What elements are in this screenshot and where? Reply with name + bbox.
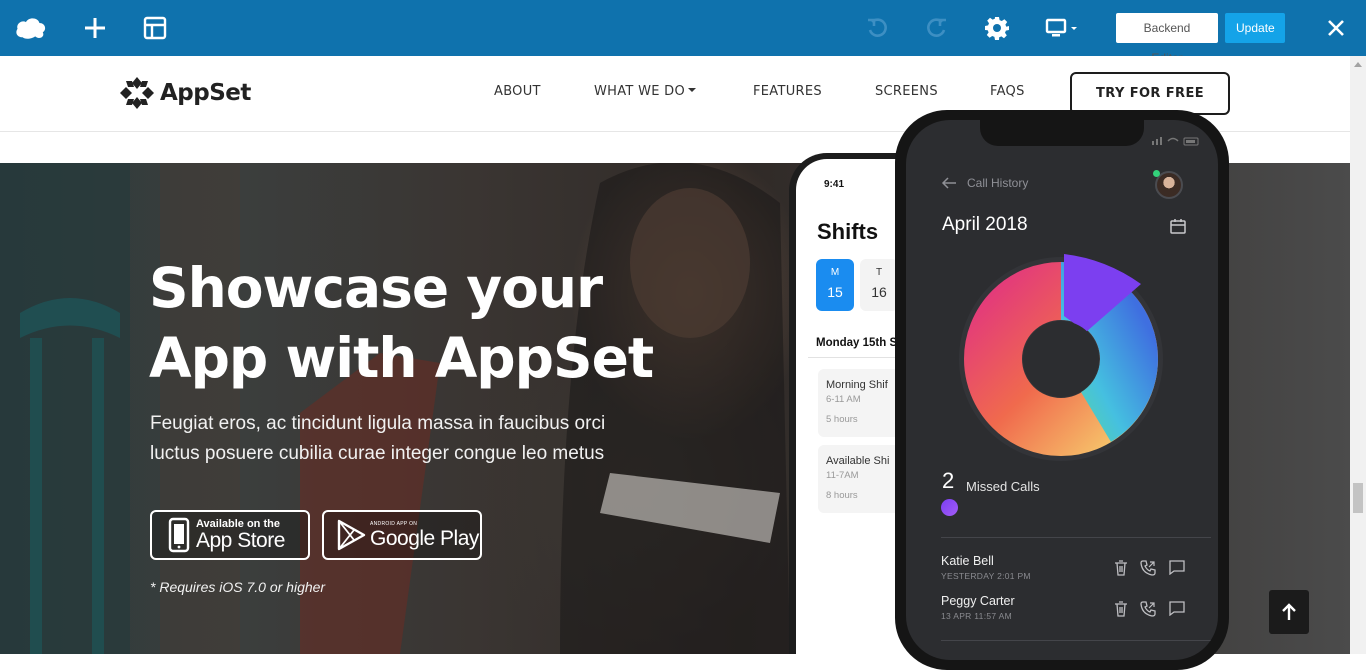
close-icon[interactable] xyxy=(1320,12,1352,44)
day-number: 16 xyxy=(871,284,887,300)
nav-features[interactable]: FEATURES xyxy=(753,84,822,99)
nav-what-we-do[interactable]: WHAT WE DO xyxy=(594,84,697,99)
phone-call-icon[interactable] xyxy=(1140,560,1156,576)
desktop-view-icon[interactable] xyxy=(1042,12,1082,44)
missed-calls-label: Missed Calls xyxy=(966,479,1040,494)
appset-logo-icon xyxy=(120,77,154,109)
caret-down-icon xyxy=(688,88,697,92)
date-heading: Monday 15th S xyxy=(816,337,898,349)
day-number: 15 xyxy=(827,284,843,300)
app-store-button[interactable]: Available on the App Store xyxy=(150,510,310,560)
divider xyxy=(941,640,1211,641)
message-icon[interactable] xyxy=(1169,560,1185,575)
trash-icon[interactable] xyxy=(1114,560,1128,576)
nav-about[interactable]: ABOUT xyxy=(494,84,541,99)
trash-icon[interactable] xyxy=(1114,601,1128,617)
phone-mockup-call-history: Call History April 2018 2 Missed Calls K… xyxy=(895,110,1229,670)
nav-faqs[interactable]: FAQS xyxy=(990,84,1025,99)
back-to-top-button[interactable] xyxy=(1269,590,1309,634)
call-history-header: Call History xyxy=(941,176,1028,190)
status-bar-icons xyxy=(1152,137,1199,146)
google-play-big-text: Google Play xyxy=(370,526,479,550)
play-triangle-icon xyxy=(337,519,366,551)
day-letter: T xyxy=(875,267,883,278)
app-store-big-text: App Store xyxy=(196,529,285,552)
undo-icon[interactable] xyxy=(861,12,893,44)
calls-donut-chart xyxy=(959,254,1163,461)
editor-toolbar: Backend Editor Update xyxy=(0,0,1366,65)
missed-legend-dot xyxy=(941,499,958,516)
phone-notch xyxy=(980,120,1144,146)
google-play-button[interactable]: ANDROID APP ON Google Play xyxy=(322,510,482,560)
day-letter: M xyxy=(830,267,840,278)
calendar-icon[interactable] xyxy=(1170,218,1186,234)
backend-editor-button[interactable]: Backend Editor xyxy=(1116,13,1218,65)
hero-subtitle-line2: luctus posuere cubilia curae integer con… xyxy=(150,443,605,464)
contact-time: 13 APR 11:57 AM xyxy=(941,611,1012,621)
scroll-up-arrow-icon[interactable] xyxy=(1354,62,1362,67)
contact-time: YESTERDAY 2:01 PM xyxy=(941,571,1031,581)
online-status-dot xyxy=(1153,170,1160,177)
cloud-logo-icon[interactable] xyxy=(15,12,47,44)
contact-name: Katie Bell xyxy=(941,554,994,568)
add-icon[interactable] xyxy=(79,12,111,44)
settings-gear-icon[interactable] xyxy=(981,12,1013,44)
try-for-free-button[interactable]: TRY FOR FREE xyxy=(1070,72,1230,115)
iphone-icon xyxy=(168,517,190,553)
phone-call-icon[interactable] xyxy=(1140,601,1156,617)
back-arrow-icon[interactable] xyxy=(941,177,957,189)
arrow-up-icon xyxy=(1282,603,1296,620)
day-tuesday: T 16 xyxy=(860,259,898,311)
page-scrollbar[interactable] xyxy=(1350,56,1366,654)
hero-title-line1: Showcase your xyxy=(149,256,603,320)
update-button[interactable]: Update xyxy=(1225,13,1285,43)
ios-requirement-note: * Requires iOS 7.0 or higher xyxy=(150,579,326,595)
logo-text: AppSet xyxy=(160,80,251,106)
hero-title: Showcase your App with AppSet xyxy=(149,253,709,393)
hero-subtitle: Feugiat eros, ac tincidunt ligula massa … xyxy=(150,409,650,469)
scrollbar-thumb[interactable] xyxy=(1353,483,1363,513)
nav-what-we-do-label: WHAT WE DO xyxy=(594,84,686,99)
day-monday: M 15 xyxy=(816,259,854,311)
layout-icon[interactable] xyxy=(139,12,171,44)
shifts-title: Shifts xyxy=(817,219,879,244)
contact-name: Peggy Carter xyxy=(941,594,1015,608)
call-history-screen: Call History April 2018 2 Missed Calls K… xyxy=(906,120,1218,660)
hero-title-line2: App with AppSet xyxy=(149,326,654,390)
site-logo[interactable]: AppSet xyxy=(120,77,251,109)
missed-calls-count: 2 xyxy=(942,468,955,493)
call-history-title: Call History xyxy=(967,176,1029,190)
hero-subtitle-line1: Feugiat eros, ac tincidunt ligula massa … xyxy=(150,413,606,434)
divider xyxy=(941,537,1211,538)
message-icon[interactable] xyxy=(1169,601,1185,616)
nav-screens[interactable]: SCREENS xyxy=(875,84,938,99)
redo-icon[interactable] xyxy=(921,12,953,44)
status-time: 9:41 xyxy=(824,179,845,190)
month-title: April 2018 xyxy=(942,214,1028,235)
